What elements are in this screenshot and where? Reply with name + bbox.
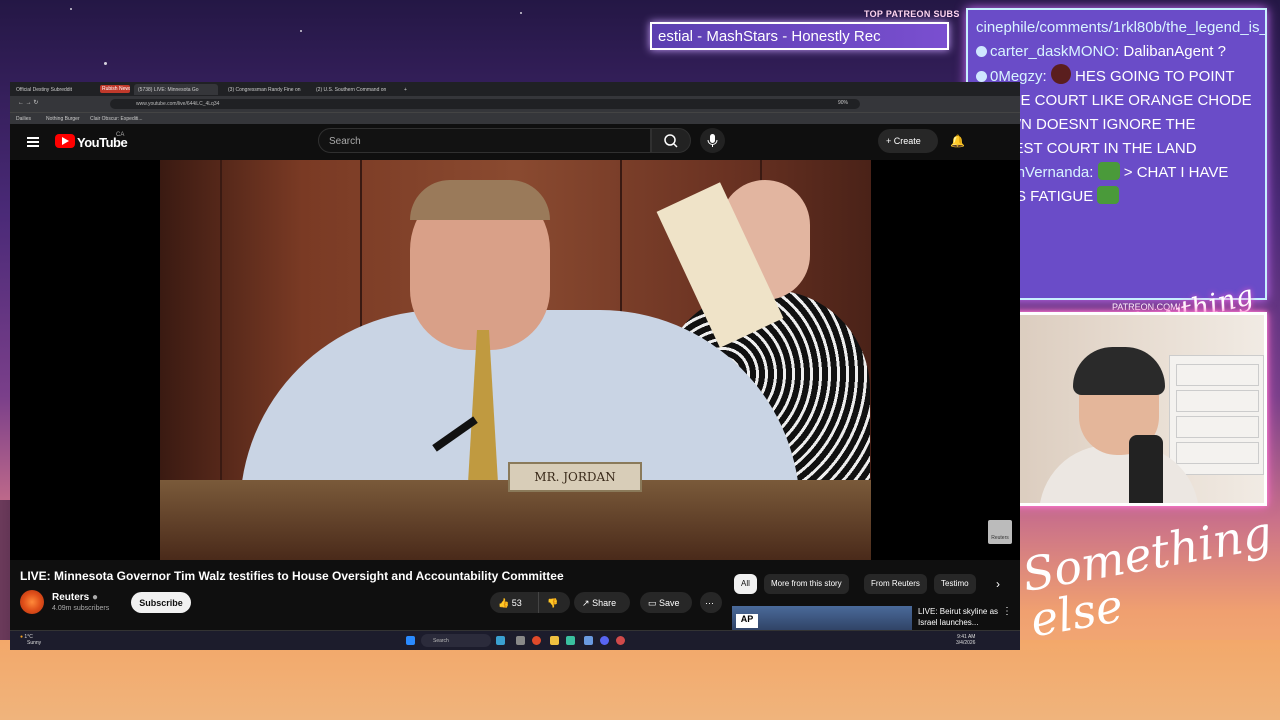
create-button[interactable]: + Create xyxy=(878,129,938,153)
bookmarks-bar: Dailies Nothing Burger Clair Obscur: Exp… xyxy=(10,112,1020,124)
microphone-icon xyxy=(707,134,718,147)
country-code: CA xyxy=(116,132,125,138)
share-button[interactable]: ↗ Share xyxy=(574,592,630,613)
channel-name-text: Reuters xyxy=(52,592,90,603)
tab-live-minnesota[interactable]: (5738) LIVE: Minnesota Go xyxy=(134,84,218,95)
steam-icon[interactable] xyxy=(584,636,593,645)
chat-bubble-icon xyxy=(976,46,987,57)
chat-message: cinephile/comments/1rkl80b/the_legend_is… xyxy=(976,16,1265,40)
chat-message-text: DalibanAgent ? xyxy=(1123,43,1226,60)
zoom-level[interactable]: 90% xyxy=(838,100,848,106)
create-label: Create xyxy=(893,136,921,146)
youtube-header: YouTube CA Search + Create 🔔 xyxy=(10,124,1020,160)
app-icon[interactable] xyxy=(566,636,575,645)
emote-icon xyxy=(1050,64,1071,84)
desert-ground xyxy=(0,640,1280,720)
thumbs-up-icon: 👍 xyxy=(498,598,510,608)
search-input[interactable]: Search xyxy=(318,128,651,153)
kebab-menu-icon[interactable]: ⋮ xyxy=(1002,606,1012,617)
video-player[interactable]: MR. JORDAN Reuters xyxy=(10,160,1020,560)
weather-desc: Sunny xyxy=(27,640,42,646)
signature-something-else: Something else xyxy=(1018,505,1276,648)
bookmark-nothing-burger[interactable]: Nothing Burger xyxy=(46,116,80,122)
microphone xyxy=(1129,435,1163,503)
streamer xyxy=(1029,335,1199,503)
sun-icon: ● xyxy=(20,634,24,640)
bookmark-clair-obscur[interactable]: Clair Obscur: Expediti... xyxy=(90,116,143,122)
recommendation-title[interactable]: LIVE: Beirut skyline as Israel launches.… xyxy=(918,606,1004,628)
ticker-label: TOP PATREON SUBS xyxy=(864,9,960,19)
chat-message: carter_daskMONO: DalibanAgent ? xyxy=(976,40,1257,64)
patreon-ticker: estial - MashStars - Honestly Rec xyxy=(650,22,949,50)
address-bar-row: ← → ↻ www.youtube.com/live/644iLC_4Lq34 … xyxy=(10,96,1020,112)
chip-from-reuters[interactable]: From Reuters xyxy=(864,574,927,594)
windows-taskbar: ● 1°C Sunny Search 9:41 AM 3/4/2026 xyxy=(10,630,1020,650)
tab-randy-fine[interactable]: (3) Congressman Randy Fine on xyxy=(224,84,308,95)
tab-strip: Official Destiny Subreddit Rubish News (… xyxy=(10,82,1020,96)
voice-search-button[interactable] xyxy=(700,128,725,153)
video-frame[interactable]: MR. JORDAN xyxy=(160,160,871,560)
emote-icon xyxy=(1097,162,1120,180)
chevron-right-icon[interactable]: › xyxy=(996,577,1000,591)
more-actions-button[interactable]: ⋯ xyxy=(700,592,722,613)
firefox-icon[interactable] xyxy=(532,636,541,645)
chrome-icon[interactable] xyxy=(616,636,625,645)
like-count: 53 xyxy=(511,598,522,608)
video-title: LIVE: Minnesota Governor Tim Walz testif… xyxy=(20,569,564,583)
task-view-icon[interactable] xyxy=(516,636,525,645)
subscriber-count: 4.09m subscribers xyxy=(52,605,110,612)
subscribe-button[interactable]: Subscribe xyxy=(131,592,191,613)
like-button[interactable]: 👍 53 xyxy=(490,592,538,613)
weather-widget[interactable]: ● 1°C Sunny xyxy=(20,634,41,646)
file-explorer-icon[interactable] xyxy=(550,636,559,645)
nav-buttons[interactable]: ← → ↻ xyxy=(18,99,38,106)
share-icon: ↗ xyxy=(582,598,590,608)
taskbar-search[interactable]: Search xyxy=(421,634,491,647)
copilot-icon[interactable] xyxy=(496,636,505,645)
chat-message-text: cinephile/comments/1rkl80b/the_legend_is… xyxy=(976,19,1265,36)
bookmark-dailies[interactable]: Dailies xyxy=(16,116,31,122)
discord-icon[interactable] xyxy=(600,636,609,645)
share-label: Share xyxy=(592,598,617,608)
nameplate: MR. JORDAN xyxy=(508,462,642,492)
channel-name[interactable]: Reuters ● xyxy=(52,592,98,603)
chat-username: carter_daskMONO xyxy=(990,43,1116,60)
system-clock[interactable]: 9:41 AM 3/4/2026 xyxy=(956,634,975,646)
tab-destiny-subreddit[interactable]: Official Destiny Subreddit xyxy=(12,84,96,95)
emote-icon xyxy=(1097,186,1120,204)
save-label: Save xyxy=(659,598,680,608)
tab-rubish-news[interactable]: Rubish News xyxy=(100,85,130,93)
chip-all[interactable]: All xyxy=(734,574,757,594)
notifications-bell-icon[interactable]: 🔔 xyxy=(950,134,965,148)
chip-testimony[interactable]: Testimo xyxy=(934,574,976,594)
reuters-watermark[interactable]: Reuters xyxy=(988,520,1012,544)
tab-southern-command[interactable]: (2) U.S. Southern Command on xyxy=(312,84,396,95)
new-tab-button[interactable]: + xyxy=(400,84,410,95)
chip-more-from-story[interactable]: More from this story xyxy=(764,574,849,594)
thumbs-down-icon: 👎 xyxy=(547,598,559,608)
browser-window: Official Destiny Subreddit Rubish News (… xyxy=(10,82,1020,650)
save-button[interactable]: ▭ Save xyxy=(640,592,692,613)
chat-bubble-icon xyxy=(976,71,987,82)
windows-start-icon[interactable] xyxy=(406,636,415,645)
ticker-text: estial - MashStars - Honestly Rec xyxy=(658,28,881,45)
channel-avatar[interactable] xyxy=(20,590,44,614)
verified-icon: ● xyxy=(92,592,99,603)
url-field[interactable]: www.youtube.com/live/644iLC_4Lq34 xyxy=(110,99,860,109)
dislike-button[interactable]: 👎 xyxy=(538,592,570,613)
ap-logo: AP xyxy=(736,614,758,628)
search-icon xyxy=(664,134,678,148)
youtube-logo-icon[interactable] xyxy=(55,134,75,148)
menu-icon[interactable] xyxy=(27,137,39,147)
bookmark-icon: ▭ xyxy=(648,598,657,608)
clock-date: 3/4/2026 xyxy=(956,640,976,646)
search-button[interactable] xyxy=(651,128,691,153)
